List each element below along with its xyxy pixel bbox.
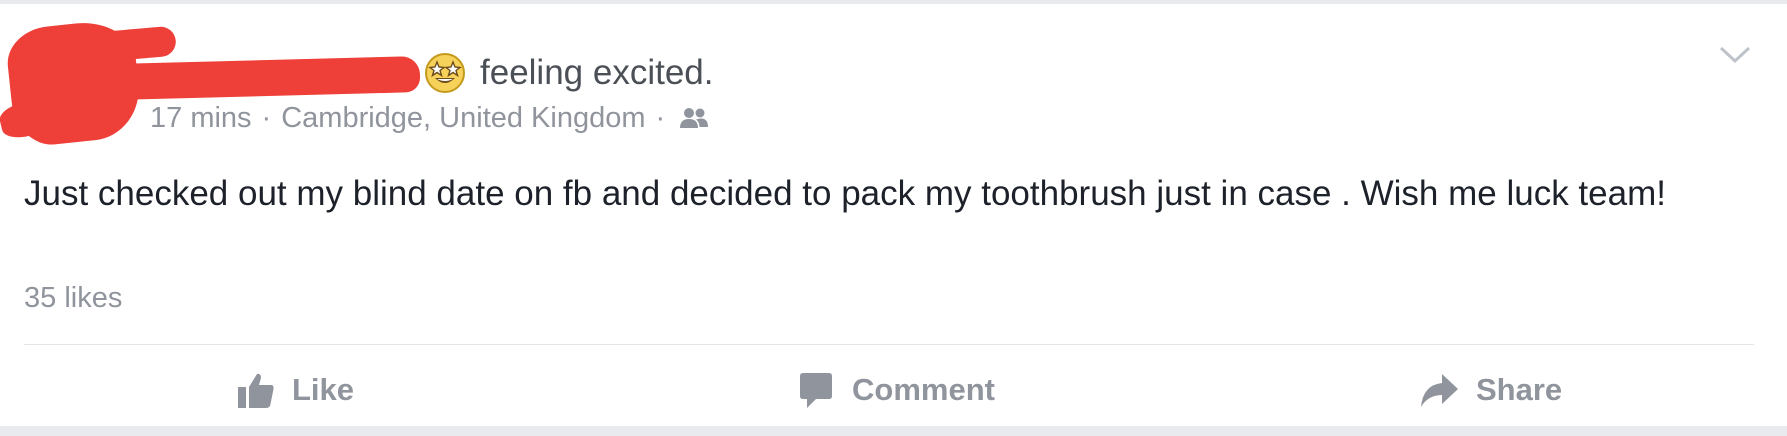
redacted-author-name <box>117 56 421 100</box>
comment-label: Comment <box>852 372 995 407</box>
post-header: feeling excited. <box>424 52 713 94</box>
share-button[interactable]: Share <box>1418 364 1562 416</box>
meta-separator: · <box>261 102 272 134</box>
post-body: Just checked out my blind date on fb and… <box>24 174 1666 213</box>
share-arrow-icon <box>1421 374 1458 407</box>
comment-icon <box>800 373 832 408</box>
divider <box>24 344 1754 345</box>
like-button[interactable]: Like <box>236 364 354 416</box>
timestamp-link[interactable]: 17 mins <box>150 102 252 135</box>
thumbs-up-icon <box>238 373 274 408</box>
post-card: feeling excited. 17 mins · Cambridge, Un… <box>0 4 1787 426</box>
action-bar: Like Comment Share <box>0 364 1787 416</box>
post-meta: 17 mins · Cambridge, United Kingdom · <box>150 102 709 135</box>
comment-button[interactable]: Comment <box>796 364 995 416</box>
likes-count[interactable]: 35 likes <box>24 282 122 315</box>
like-label: Like <box>292 372 355 407</box>
share-label: Share <box>1476 372 1563 407</box>
chevron-down-icon[interactable] <box>1718 44 1752 66</box>
meta-separator: · <box>655 102 666 134</box>
location-link[interactable]: Cambridge, United Kingdom <box>281 102 645 135</box>
star-struck-emoji-icon <box>425 53 465 93</box>
friends-icon[interactable] <box>679 106 709 132</box>
feeling-text: feeling excited. <box>480 53 714 92</box>
